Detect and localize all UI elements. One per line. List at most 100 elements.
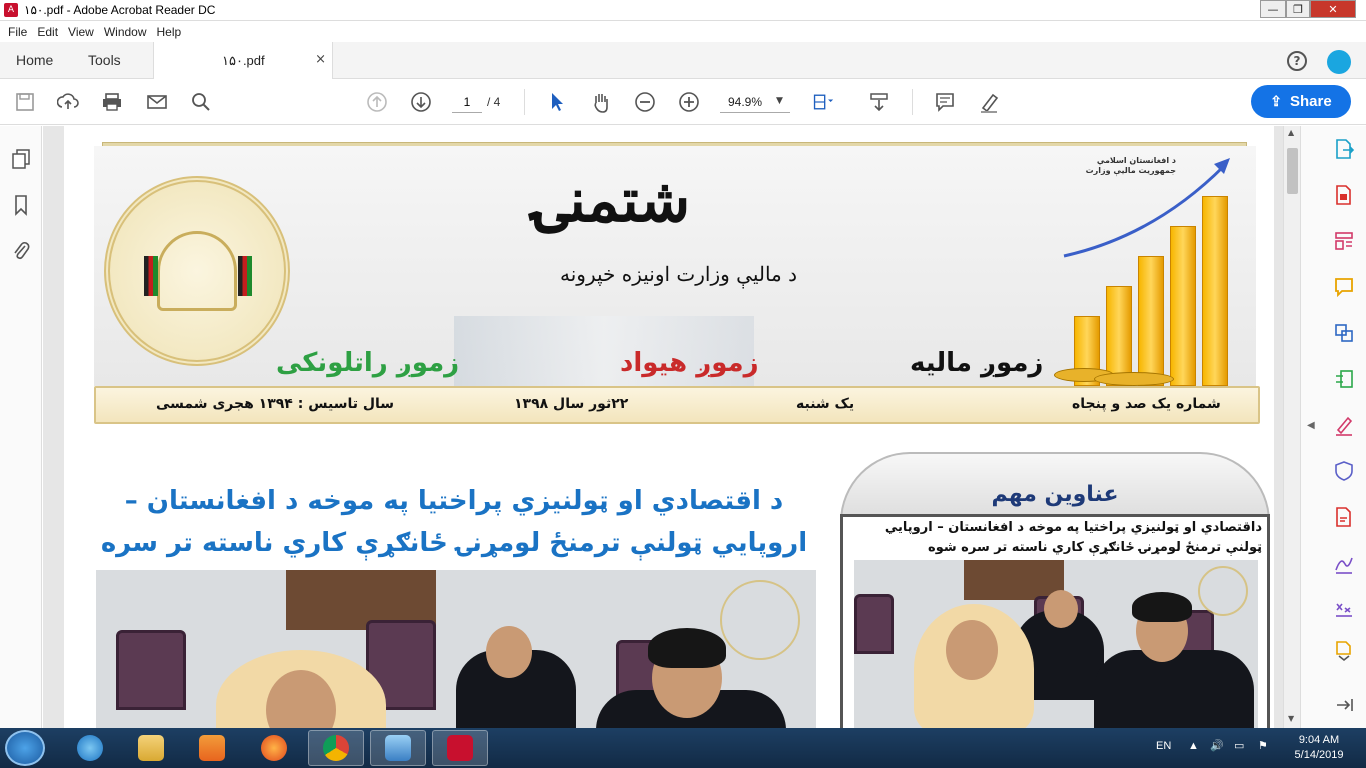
person-hair bbox=[648, 628, 726, 668]
volume-icon[interactable]: 🔊 bbox=[1210, 739, 1224, 752]
clock-time: 9:04 AM bbox=[1298, 734, 1340, 746]
firefox-icon[interactable] bbox=[246, 730, 302, 766]
founded-date: سال تاسیس : ۱۳۹۴ هجری شمسی bbox=[156, 396, 395, 412]
highlight-pen-icon[interactable] bbox=[978, 91, 1000, 113]
network-icon[interactable]: ▭ bbox=[1234, 739, 1244, 752]
person-hair bbox=[1132, 592, 1192, 622]
newspaper-masthead: شتمنۍ bbox=[534, 166, 691, 236]
export-pdf-red-icon[interactable] bbox=[1333, 506, 1355, 528]
media-player-icon[interactable] bbox=[184, 730, 240, 766]
action-center-icon[interactable]: ⚑ bbox=[1258, 739, 1268, 752]
tab-bar: Home Tools ۱۵۰.pdf × ? bbox=[0, 42, 1366, 79]
emblem-watermark-icon bbox=[720, 580, 800, 660]
flag-icon bbox=[238, 256, 252, 296]
scrollbar-thumb[interactable] bbox=[1287, 148, 1298, 194]
create-pdf-icon[interactable] bbox=[1333, 184, 1355, 206]
next-page-icon[interactable] bbox=[410, 91, 432, 113]
comment-tool-icon[interactable] bbox=[1333, 276, 1355, 298]
vertical-scrollbar[interactable]: ▲ ▼ bbox=[1283, 126, 1300, 728]
section-label-future: زموږ راتلونکی bbox=[276, 348, 460, 378]
windows-taskbar: EN ▲ 🔊 ▭ ⚑ 9:04 AM 5/14/2019 bbox=[0, 728, 1366, 768]
maximize-button[interactable]: ❐ bbox=[1286, 0, 1310, 18]
share-button[interactable]: ⇪ Share bbox=[1251, 85, 1351, 118]
language-indicator[interactable]: EN bbox=[1156, 740, 1171, 752]
acrobat-reader-icon[interactable] bbox=[432, 730, 488, 766]
menu-view[interactable]: View bbox=[68, 25, 94, 39]
left-nav-panel bbox=[0, 126, 42, 728]
acrobat-app-icon: A bbox=[4, 3, 18, 17]
person-head bbox=[1044, 590, 1078, 628]
issue-date: ۲۲ثور سال ۱۳۹۸ bbox=[514, 396, 629, 412]
issue-info-bar: سال تاسیس : ۱۳۹۴ هجری شمسی ۲۲ثور سال ۱۳۹… bbox=[94, 386, 1260, 424]
newspaper-subtitle: د مالیې وزارت اونیزه خپرونه bbox=[560, 262, 798, 286]
emblem-watermark-icon bbox=[1198, 566, 1248, 616]
tab-close-icon[interactable]: × bbox=[315, 52, 326, 67]
page-thumbnails-icon[interactable] bbox=[10, 148, 32, 170]
person-head bbox=[486, 626, 532, 678]
attachment-icon[interactable] bbox=[10, 240, 32, 262]
growth-chart-graphic bbox=[1054, 158, 1248, 386]
account-avatar[interactable] bbox=[1327, 50, 1351, 74]
print-icon[interactable] bbox=[101, 91, 123, 113]
zoom-in-icon[interactable] bbox=[678, 91, 700, 113]
zoom-out-icon[interactable] bbox=[634, 91, 656, 113]
system-clock[interactable]: 9:04 AM 5/14/2019 bbox=[1284, 733, 1354, 763]
close-button[interactable]: ✕ bbox=[1310, 0, 1356, 18]
organize-pages-icon[interactable] bbox=[1333, 368, 1355, 390]
scroll-down-icon[interactable]: ▼ bbox=[1288, 714, 1294, 723]
menu-file[interactable]: File bbox=[8, 25, 27, 39]
menu-window[interactable]: Window bbox=[104, 25, 147, 39]
previous-page-icon[interactable] bbox=[366, 91, 388, 113]
window-controls: — ❐ ✕ bbox=[1260, 0, 1356, 18]
tab-tools[interactable]: Tools bbox=[88, 52, 121, 68]
document-viewport[interactable]: شتمنۍ د مالیې وزارت اونیزه خپرونه د افغا… bbox=[43, 126, 1300, 728]
scroll-up-icon[interactable]: ▲ bbox=[1288, 128, 1294, 137]
save-icon[interactable] bbox=[14, 91, 36, 113]
picture-viewer-icon[interactable] bbox=[370, 730, 426, 766]
menu-help[interactable]: Help bbox=[157, 25, 182, 39]
show-hidden-icons-icon[interactable]: ▲ bbox=[1188, 740, 1199, 752]
page-view-icon[interactable] bbox=[812, 91, 834, 113]
tab-home[interactable]: Home bbox=[16, 52, 53, 68]
combine-files-icon[interactable] bbox=[1333, 322, 1355, 344]
protect-shield-icon[interactable] bbox=[1333, 460, 1355, 482]
edit-pdf-icon[interactable] bbox=[1333, 230, 1355, 252]
chrome-icon[interactable] bbox=[308, 730, 364, 766]
toolbar-divider bbox=[912, 89, 913, 115]
issue-day: یک شنبه bbox=[796, 396, 855, 412]
clock-date: 5/14/2019 bbox=[1294, 749, 1344, 761]
upload-cloud-icon[interactable] bbox=[57, 91, 79, 113]
chair bbox=[116, 630, 186, 710]
email-icon[interactable] bbox=[146, 91, 168, 113]
help-icon[interactable]: ? bbox=[1287, 51, 1307, 71]
export-pdf-icon[interactable] bbox=[1333, 138, 1355, 160]
bookmark-icon[interactable] bbox=[10, 194, 32, 216]
search-zoom-icon[interactable] bbox=[190, 91, 212, 113]
tab-document-label: ۱۵۰.pdf bbox=[222, 53, 265, 68]
chair bbox=[854, 594, 894, 654]
select-cursor-icon[interactable] bbox=[546, 91, 568, 113]
afghanistan-emblem-icon bbox=[104, 176, 290, 366]
scroll-mode-icon[interactable] bbox=[868, 91, 890, 113]
chevron-down-icon[interactable]: ▼ bbox=[776, 96, 783, 106]
collapse-pane-icon[interactable] bbox=[1333, 694, 1355, 716]
start-button[interactable] bbox=[5, 730, 45, 766]
highlights-item[interactable]: داقتصادي او ټولنيزي پراختيا په موخه د اف… bbox=[870, 518, 1262, 558]
title-bar: A ۱۵۰.pdf - Adobe Acrobat Reader DC bbox=[0, 0, 1366, 21]
more-tools-icon[interactable] bbox=[1333, 640, 1355, 662]
toolbar: / 4 94.9% ▼ bbox=[0, 79, 1366, 125]
internet-explorer-icon[interactable] bbox=[62, 730, 118, 766]
menu-edit[interactable]: Edit bbox=[37, 25, 58, 39]
file-explorer-icon[interactable] bbox=[123, 730, 179, 766]
collapse-right-panel-icon[interactable]: ◀ bbox=[1307, 420, 1315, 431]
fill-sign-icon[interactable] bbox=[1333, 414, 1355, 436]
mosque-icon bbox=[157, 231, 237, 311]
send-for-signature-icon[interactable] bbox=[1333, 552, 1355, 574]
tab-document[interactable]: ۱۵۰.pdf × bbox=[153, 42, 333, 79]
hand-tool-icon[interactable] bbox=[590, 91, 612, 113]
page-number-input[interactable] bbox=[452, 91, 482, 113]
comment-icon[interactable] bbox=[934, 91, 956, 113]
coin-stack-icon bbox=[1094, 372, 1174, 386]
certificates-icon[interactable] bbox=[1333, 598, 1355, 620]
minimize-button[interactable]: — bbox=[1260, 0, 1286, 18]
